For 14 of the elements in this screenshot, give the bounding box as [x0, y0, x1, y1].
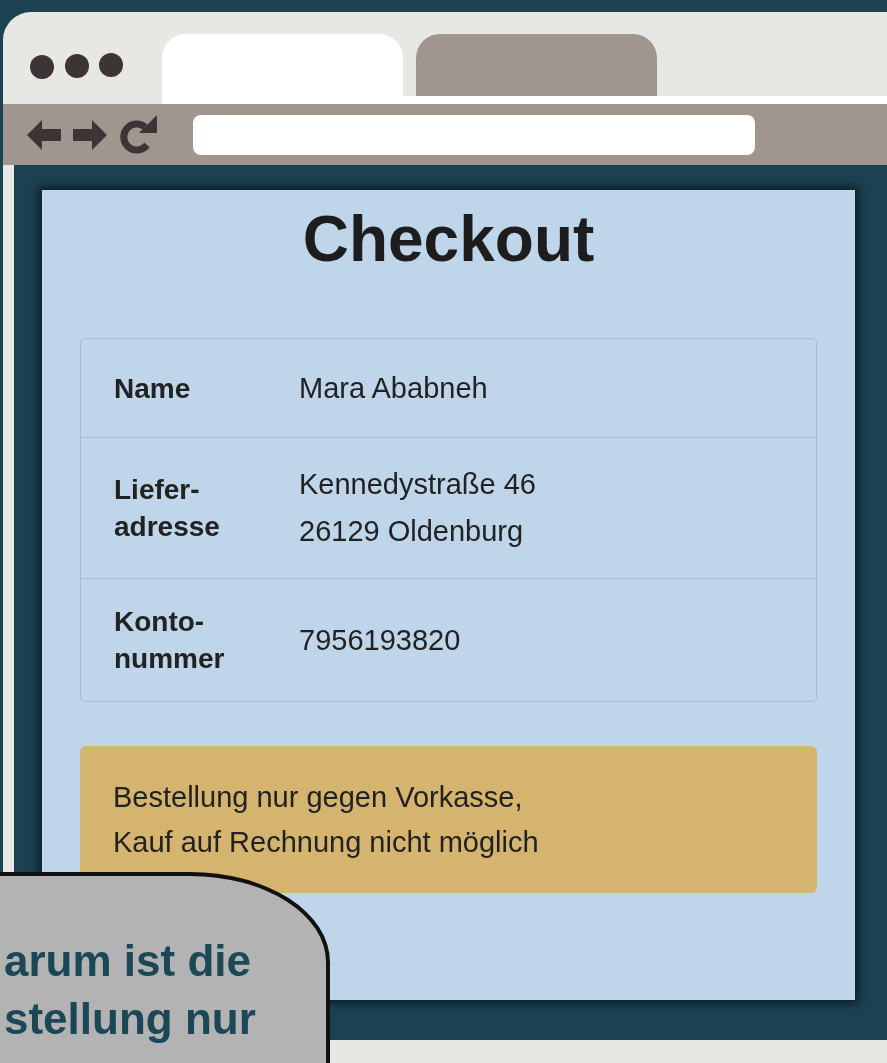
page-title: Checkout [301, 202, 596, 277]
bubble-text: stellung nur [4, 993, 257, 1045]
field-value: 7956193820 [299, 622, 461, 658]
field-label: Konto- nummer [114, 605, 226, 676]
back-icon[interactable] [27, 119, 61, 150]
bubble-text: arum ist die [4, 935, 252, 987]
forward-icon[interactable] [73, 119, 107, 150]
field-label: Name [114, 371, 192, 406]
reload-icon[interactable] [119, 114, 157, 155]
field-label: Liefer- adresse [114, 473, 221, 544]
address-bar[interactable] [193, 114, 755, 155]
field-value: Kennedystraße 46 26129 Oldenburg [299, 467, 536, 549]
field-value: Mara Ababneh [299, 370, 488, 406]
warning-notice: Bestellung nur gegen Vorkasse, Kauf auf Rechnung nicht möglich [80, 746, 817, 893]
